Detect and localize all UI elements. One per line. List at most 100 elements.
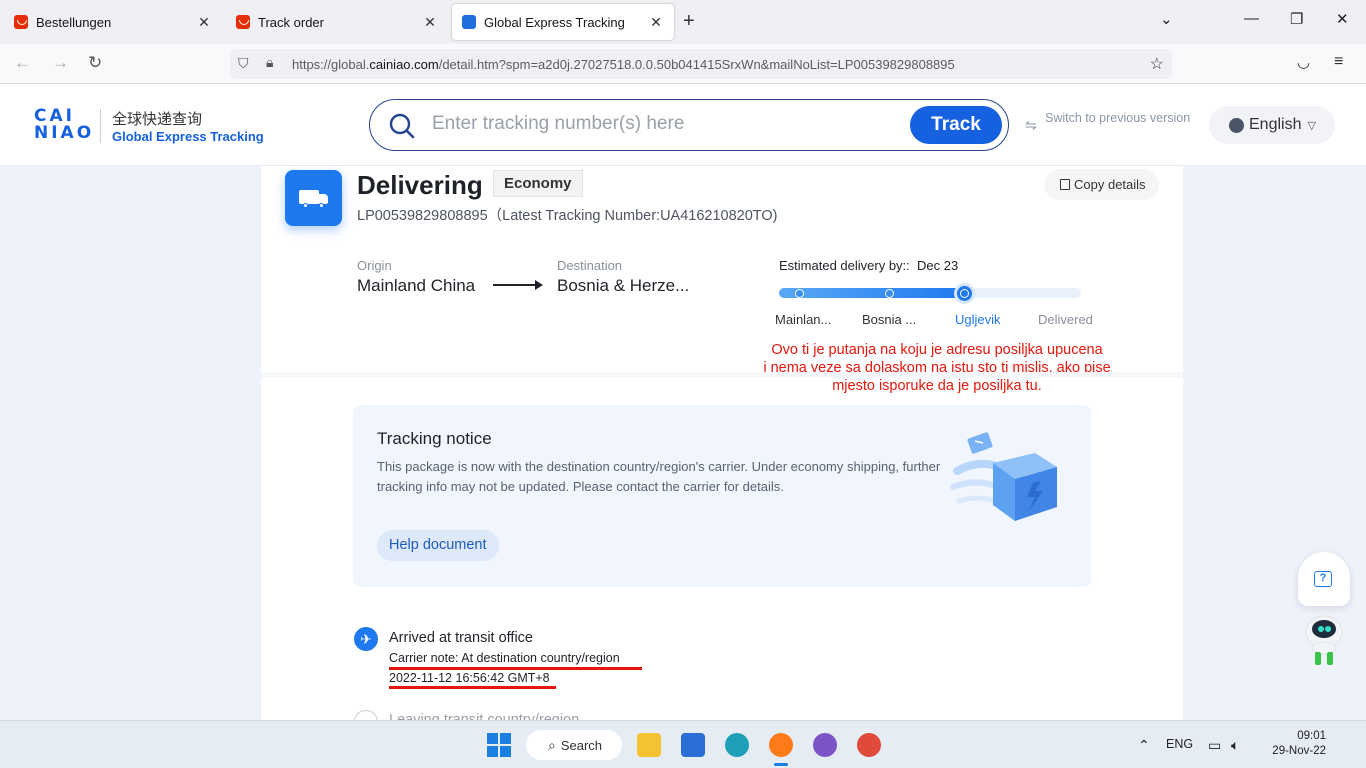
- progress-fill: [779, 288, 967, 298]
- forward-arrow-icon[interactable]: →: [52, 53, 69, 73]
- taskbar-clock[interactable]: 09:01 29-Nov-22: [1256, 729, 1326, 759]
- new-tab-plus-icon[interactable]: +: [683, 10, 695, 33]
- back-arrow-icon[interactable]: ←: [14, 53, 31, 73]
- eta-label: Estimated delivery by::: [779, 258, 910, 273]
- input-language-indicator[interactable]: ENG: [1166, 737, 1193, 751]
- origin-label: Origin: [357, 258, 392, 273]
- network-icon[interactable]: ▭: [1208, 737, 1221, 754]
- url-bar[interactable]: ⛉ 🔒︎ https://global.cainiao.com/detail.h…: [230, 49, 1172, 79]
- section-divider: [261, 372, 1183, 378]
- menu-hamburger-icon[interactable]: ≡: [1334, 53, 1343, 71]
- delivery-progress-bar: [779, 283, 1081, 304]
- switch-version-icon[interactable]: ⇋: [1025, 117, 1037, 134]
- tab-track-order[interactable]: Track order ✕: [226, 4, 448, 40]
- step-label-current: Ugljevik: [955, 312, 1001, 327]
- volume-icon[interactable]: 🔈︎: [1231, 737, 1239, 754]
- aliexpress-favicon-icon: [14, 15, 28, 29]
- package-box-icon: [950, 432, 1057, 521]
- browser-nav-bar: ← → ↻ ⛉ 🔒︎ https://global.cainiao.com/de…: [0, 44, 1366, 84]
- taskbar-search-button[interactable]: ⌕ Search: [526, 730, 622, 760]
- track-button[interactable]: Track: [910, 106, 1002, 144]
- tracking-number-text: LP00539829808895（Latest Tracking Number:…: [357, 208, 778, 224]
- aliexpress-favicon-icon: [236, 15, 250, 29]
- help-document-button[interactable]: Help document: [377, 530, 499, 561]
- tab-label: Track order: [258, 14, 324, 30]
- tracking-detail-card: Delivering Economy Copy details LP005398…: [261, 166, 1183, 734]
- truck-icon: [299, 190, 329, 208]
- firefox-browser-icon[interactable]: [769, 733, 793, 757]
- file-explorer-icon[interactable]: [637, 733, 661, 757]
- taskbar-search-label: Search: [560, 737, 603, 753]
- step-label-delivered: Delivered: [1038, 312, 1093, 327]
- search-icon: ⌕: [548, 736, 556, 753]
- viber-icon[interactable]: [813, 733, 837, 757]
- timeline-event-time: 2022-11-12 16:56:42 GMT+8: [389, 671, 550, 685]
- chevron-down-icon: ▽: [1307, 119, 1316, 132]
- tracking-number-input[interactable]: [432, 100, 902, 148]
- logo-divider: [100, 109, 101, 143]
- step-label-origin: Mainlan...: [775, 312, 832, 327]
- maximize-window-icon[interactable]: ❐: [1290, 10, 1303, 28]
- microsoft-store-icon[interactable]: [681, 733, 705, 757]
- globe-icon: [1229, 117, 1244, 133]
- status-title: Delivering: [357, 170, 483, 200]
- url-text: https://global.cainiao.com/detail.htm?sp…: [292, 57, 955, 72]
- cainiao-favicon-icon: [462, 15, 476, 29]
- current-step-dot: [954, 283, 975, 304]
- search-icon: [389, 113, 415, 139]
- copy-details-label: Copy details: [1074, 177, 1146, 192]
- bookmark-star-icon[interactable]: ☆: [1150, 54, 1164, 74]
- eta-date: Dec 23: [917, 258, 959, 273]
- notice-title: Tracking notice: [377, 429, 492, 448]
- destination-label: Destination: [557, 258, 623, 273]
- switch-previous-version-link[interactable]: Switch to previous version: [1045, 111, 1193, 125]
- tab-bestellungen[interactable]: Bestellungen ✕: [4, 4, 222, 40]
- tab-label: Global Express Tracking: [484, 14, 625, 30]
- lock-icon[interactable]: 🔒︎: [266, 54, 273, 71]
- red-underline: [389, 667, 642, 670]
- progress-step-dot: [885, 289, 894, 298]
- red-annotation-text: Ovo ti je putanja na koju je adresu posi…: [747, 341, 1127, 395]
- origin-value: Mainland China: [357, 276, 476, 295]
- shield-icon[interactable]: ⛉: [238, 55, 249, 72]
- show-hidden-icons-chevron-icon[interactable]: ⌃: [1138, 737, 1150, 754]
- clock-date: 29-Nov-22: [1272, 745, 1326, 757]
- cainiao-logo[interactable]: CAI NIAO: [34, 108, 96, 142]
- minimize-window-icon[interactable]: —: [1244, 10, 1259, 27]
- estimated-delivery: Estimated delivery by:: Dec 23: [779, 258, 958, 273]
- tab-global-express-tracking[interactable]: Global Express Tracking ✕: [452, 4, 674, 40]
- close-tab-icon[interactable]: ✕: [422, 14, 438, 31]
- destination-value: Bosnia & Herze...: [557, 276, 690, 295]
- app-icon[interactable]: [857, 733, 881, 757]
- delivering-status-icon: [285, 170, 342, 226]
- clock-time: 09:01: [1297, 730, 1326, 742]
- airplane-icon: ✈: [354, 627, 378, 651]
- windows-start-icon[interactable]: [487, 733, 511, 757]
- windows-taskbar: ⌕ Search ⌃ ENG ▭ 🔈︎ 09:01 29-Nov-22: [0, 720, 1366, 768]
- browser-tab-bar: Bestellungen ✕ Track order ✕ Global Expr…: [0, 0, 1366, 44]
- reload-icon[interactable]: ↻: [88, 53, 102, 73]
- language-selector[interactable]: English ▽: [1209, 106, 1335, 144]
- logo-chinese-title: 全球快递查询: [112, 111, 203, 128]
- close-tab-icon[interactable]: ✕: [196, 14, 212, 31]
- language-label: English: [1249, 116, 1302, 133]
- notice-text: This package is now with the destination…: [377, 459, 941, 494]
- logo-english-title: Global Express Tracking: [112, 129, 264, 144]
- list-tabs-chevron-icon[interactable]: ⌄: [1160, 10, 1173, 28]
- edge-browser-icon[interactable]: [725, 733, 749, 757]
- pocket-icon[interactable]: ◡: [1297, 53, 1310, 71]
- active-app-indicator: [774, 763, 788, 766]
- robot-assistant-icon[interactable]: [1300, 612, 1348, 668]
- tracking-search-box: Track: [369, 99, 1009, 151]
- route-arrow-icon: [493, 280, 543, 290]
- close-tab-icon[interactable]: ✕: [648, 14, 664, 31]
- tracking-notice-panel: Tracking notice This package is now with…: [353, 405, 1091, 587]
- copy-icon: [1060, 179, 1070, 190]
- logo-line-2: NIAO: [34, 123, 95, 143]
- annotation-line: Ovo ti je putanja na koju je adresu posi…: [771, 342, 1103, 358]
- annotation-line: mjesto isporuke da je posiljka tu.: [832, 378, 1042, 394]
- customer-help-button[interactable]: ?: [1298, 552, 1350, 606]
- close-window-icon[interactable]: ✕: [1336, 10, 1349, 28]
- timeline-carrier-note: Carrier note: At destination country/reg…: [389, 651, 620, 665]
- copy-details-button[interactable]: Copy details: [1044, 169, 1159, 200]
